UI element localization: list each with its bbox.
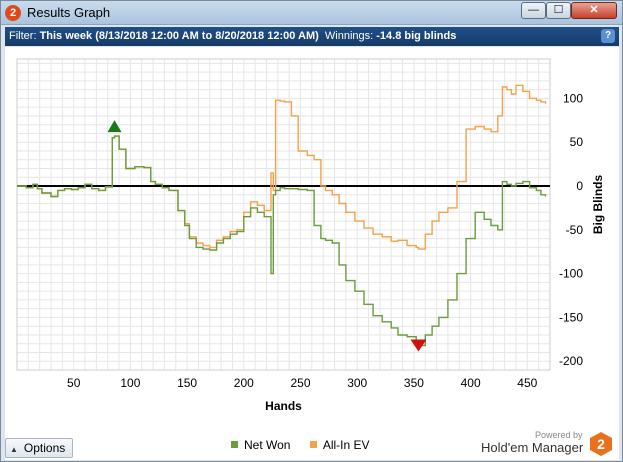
options-label: Options — [23, 441, 66, 455]
winnings-value: -14.8 big blinds — [376, 30, 457, 42]
y-tick-label: -50 — [566, 223, 584, 237]
winnings-label: Winnings: — [318, 30, 377, 42]
y-axis-label: Big Blinds — [591, 175, 605, 235]
y-tick-label: -150 — [559, 310, 583, 324]
brand-logo-icon: 2 — [590, 432, 612, 456]
x-tick-label: 300 — [347, 376, 367, 390]
title-bar[interactable]: 2 Results Graph — ☐ ✕ — [1, 1, 622, 25]
y-tick-label: -200 — [559, 354, 583, 368]
x-tick-label: 50 — [67, 376, 81, 390]
legend-swatch-net-won — [231, 441, 238, 448]
filter-range: This week (8/13/2018 12:00 AM to 8/20/20… — [39, 30, 319, 42]
app-logo-icon: 2 — [5, 5, 21, 21]
legend-label-all-in-ev: All-In EV — [322, 438, 370, 452]
bottom-bar: ▲ Options Net Won All-In EV Powered by Ho… — [5, 430, 619, 460]
x-tick-label: 400 — [461, 376, 481, 390]
brand-name: Hold'em Manager — [481, 440, 584, 455]
powered-by-label: Powered by — [535, 430, 583, 440]
maximize-button[interactable]: ☐ — [546, 2, 571, 19]
caret-up-icon: ▲ — [10, 445, 18, 454]
filter-bar: Filter: This week (8/13/2018 12:00 AM to… — [5, 27, 619, 46]
y-tick-label: 100 — [563, 91, 583, 105]
x-tick-label: 150 — [177, 376, 197, 390]
y-tick-label: -100 — [559, 267, 583, 281]
options-button[interactable]: ▲ Options — [5, 438, 73, 458]
x-tick-label: 100 — [120, 376, 140, 390]
help-icon[interactable]: ? — [601, 29, 615, 43]
x-tick-label: 200 — [234, 376, 254, 390]
legend-item-all-in-ev[interactable]: All-In EV — [309, 438, 370, 452]
legend-label-net-won: Net Won — [244, 438, 291, 452]
x-tick-label: 450 — [517, 376, 537, 390]
minimize-button[interactable]: — — [521, 2, 546, 19]
chart-area: 50 100 150 200 250 300 350 400 450 100 50 0 -50 -100 -… — [5, 47, 619, 430]
close-button[interactable]: ✕ — [571, 2, 617, 19]
plot-frame — [16, 58, 551, 371]
y-tick-label: 0 — [576, 179, 583, 193]
legend-item-net-won[interactable]: Net Won — [231, 438, 290, 452]
x-tick-label: 350 — [404, 376, 424, 390]
results-graph-window: 2 Results Graph — ☐ ✕ Filter: This week … — [0, 0, 623, 462]
window-title: Results Graph — [27, 5, 111, 20]
x-axis-label: Hands — [265, 399, 302, 413]
legend-swatch-all-in-ev — [309, 441, 317, 448]
chart-legend: Net Won All-In EV — [231, 438, 386, 452]
y-tick-label: 50 — [570, 135, 584, 149]
x-tick-label: 250 — [290, 376, 310, 390]
filter-prefix: Filter: — [9, 30, 40, 42]
results-chart: 50 100 150 200 250 300 350 400 450 100 50 0 -50 -100 -… — [16, 58, 605, 413]
